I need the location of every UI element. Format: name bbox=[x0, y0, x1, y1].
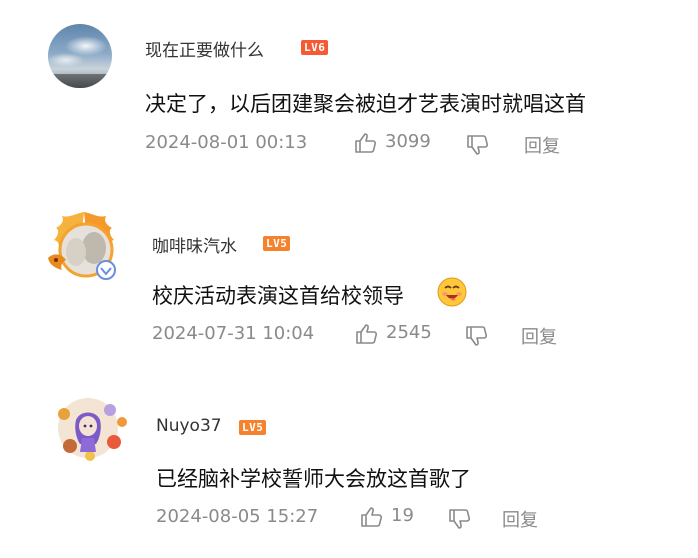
comment-item: 咖啡味汽水 LV5 校庆活动表演这首给校领导 2024-07-31 10:04 … bbox=[0, 180, 698, 370]
comment-item: Nuyo37 LV5 已经脑补学校誓师大会放这首歌了 2024-08-05 15… bbox=[0, 370, 698, 558]
thumbs-up-icon[interactable] bbox=[354, 132, 378, 158]
level-badge: LV6 bbox=[301, 40, 329, 55]
username[interactable]: 咖啡味汽水 bbox=[152, 232, 237, 257]
like-count: 19 bbox=[391, 505, 414, 526]
like-count: 3099 bbox=[385, 131, 431, 152]
comment-item: 现在正要做什么 LV6 决定了，以后团建聚会被迫才艺表演时就唱这首 2024-0… bbox=[0, 0, 698, 180]
yummy-face-emoji bbox=[436, 276, 468, 312]
thumbs-up-icon[interactable] bbox=[360, 506, 384, 532]
username[interactable]: 现在正要做什么 bbox=[145, 36, 264, 61]
avatar[interactable] bbox=[50, 392, 134, 476]
reply-button[interactable]: 回复 bbox=[502, 506, 538, 532]
level-badge: LV5 bbox=[239, 420, 267, 435]
reply-button[interactable]: 回复 bbox=[521, 323, 557, 349]
comment-text: 决定了，以后团建聚会被迫才艺表演时就唱这首 bbox=[145, 92, 586, 116]
avatar[interactable] bbox=[48, 24, 112, 88]
comment-text: 已经脑补学校誓师大会放这首歌了 bbox=[156, 467, 471, 491]
comment-date: 2024-08-01 00:13 bbox=[145, 132, 308, 153]
thumbs-down-icon[interactable] bbox=[466, 134, 490, 160]
comment-date: 2024-08-05 15:27 bbox=[156, 506, 319, 527]
username[interactable]: Nuyo37 bbox=[156, 416, 222, 436]
level-badge: LV5 bbox=[263, 236, 291, 251]
avatar[interactable] bbox=[42, 208, 126, 292]
comment-date: 2024-07-31 10:04 bbox=[152, 323, 315, 344]
thumbs-down-icon[interactable] bbox=[448, 508, 472, 534]
comment-text: 校庆活动表演这首给校领导 bbox=[152, 284, 404, 308]
reply-button[interactable]: 回复 bbox=[524, 132, 560, 158]
thumbs-up-icon[interactable] bbox=[355, 323, 379, 349]
thumbs-down-icon[interactable] bbox=[465, 325, 489, 351]
like-count: 2545 bbox=[386, 322, 432, 343]
